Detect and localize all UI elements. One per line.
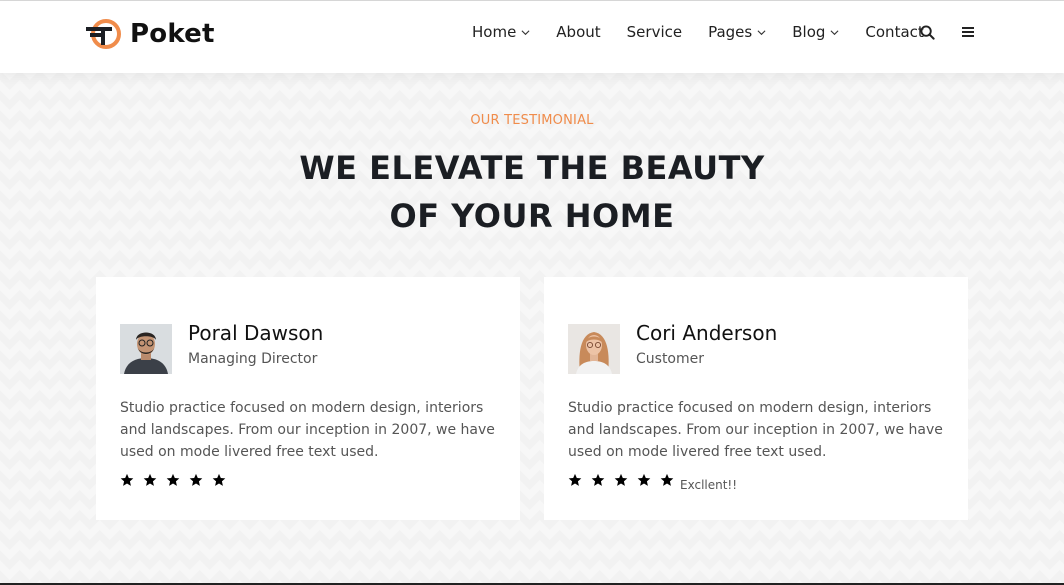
- site-header: Poket Home About Service Pages Blog Cont…: [0, 1, 1064, 73]
- headline-line-2: OF YOUR HOME: [389, 197, 675, 235]
- avatar: [120, 324, 172, 374]
- chevron-down-icon: [521, 29, 530, 35]
- nav-home-label: Home: [472, 23, 517, 41]
- star-icon: [637, 473, 651, 486]
- star-icon: [166, 473, 180, 486]
- avatar: [568, 324, 620, 374]
- star-icon: [120, 473, 134, 486]
- testimonial-card: Cori Anderson Customer Studio practice f…: [544, 277, 968, 520]
- testimonial-name: Cori Anderson: [636, 321, 778, 345]
- star-icon: [189, 473, 203, 486]
- star-icon: [568, 473, 582, 486]
- brand-logo[interactable]: Poket: [84, 17, 215, 51]
- testimonial-quote: Studio practice focused on modern design…: [568, 400, 943, 460]
- nav-pages-label: Pages: [708, 23, 753, 41]
- nav-home[interactable]: Home: [472, 23, 530, 41]
- star-rating: [568, 473, 683, 487]
- star-icon: [614, 473, 628, 486]
- rating-text: Excllent!!: [680, 478, 738, 492]
- nav-about-label: About: [556, 23, 601, 41]
- star-icon: [591, 473, 605, 486]
- nav-blog-label: Blog: [792, 23, 826, 41]
- hamburger-menu-icon[interactable]: [960, 24, 976, 40]
- logo-icon: [86, 19, 121, 49]
- main-nav: Home About Service Pages Blog Contact: [472, 1, 950, 63]
- testimonial-name: Poral Dawson: [188, 321, 324, 345]
- section-eyebrow: OUR TESTIMONIAL: [470, 113, 594, 128]
- nav-pages[interactable]: Pages: [708, 23, 766, 41]
- search-icon[interactable]: [919, 24, 935, 40]
- brand-name: Poket: [130, 19, 215, 49]
- star-icon: [143, 473, 157, 486]
- nav-contact-label: Contact: [865, 23, 924, 41]
- nav-blog[interactable]: Blog: [792, 23, 839, 41]
- nav-contact[interactable]: Contact: [865, 23, 923, 41]
- testimonial-role: Customer: [636, 351, 705, 367]
- star-icon: [660, 473, 674, 486]
- section-headline: WE ELEVATE THE BEAUTY OF YOUR HOME: [0, 144, 1064, 240]
- star-rating: [120, 473, 235, 487]
- testimonial-role: Managing Director: [188, 351, 318, 367]
- nav-service-label: Service: [626, 23, 683, 41]
- testimonial-quote: Studio practice focused on modern design…: [120, 400, 495, 460]
- testimonial-card: Poral Dawson Managing Director Studio pr…: [96, 277, 520, 520]
- nav-about[interactable]: About: [556, 23, 600, 41]
- chevron-down-icon: [757, 29, 766, 35]
- chevron-down-icon: [830, 29, 839, 35]
- star-icon: [212, 473, 226, 486]
- nav-service[interactable]: Service: [627, 23, 682, 41]
- headline-line-1: WE ELEVATE THE BEAUTY: [299, 149, 765, 187]
